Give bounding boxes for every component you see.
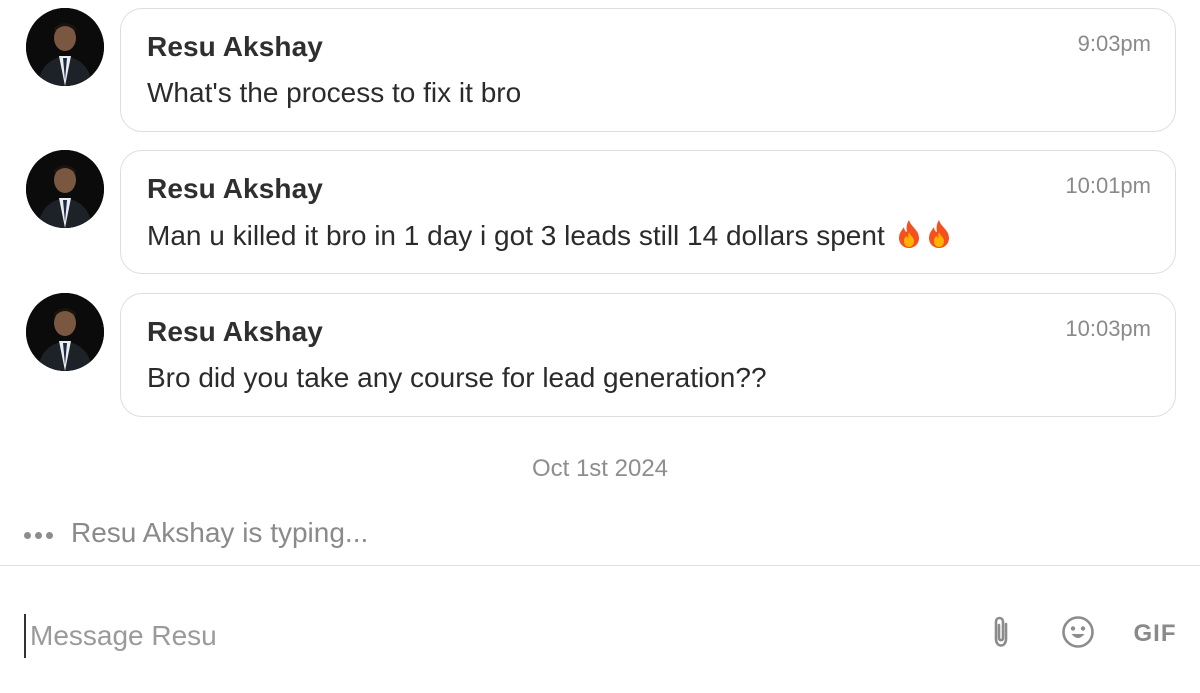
chat-history: Resu Akshay 9:03pm What's the process to… [0, 0, 1200, 565]
message-timestamp: 9:03pm [1077, 31, 1151, 56]
message-timestamp: 10:01pm [1065, 173, 1151, 198]
message-composer: GIF [0, 565, 1200, 693]
smiley-icon [1061, 615, 1095, 654]
typing-text: Resu Akshay is typing... [71, 517, 369, 548]
fire-icon [895, 219, 923, 249]
fire-icon [925, 219, 953, 249]
message-text: Man u killed it bro in 1 day i got 3 lea… [147, 219, 953, 252]
message-text-content: What's the process to fix it bro [147, 77, 522, 108]
message-bubble[interactable]: Resu Akshay 10:03pm Bro did you take any… [120, 293, 1176, 417]
message-item: Resu Akshay 9:03pm What's the process to… [0, 8, 1200, 134]
message-bubble[interactable]: Resu Akshay 10:01pm Man u killed it bro … [120, 150, 1176, 274]
avatar[interactable] [26, 293, 104, 371]
message-text: What's the process to fix it bro [147, 77, 521, 109]
message-text-content: Man u killed it bro in 1 day i got 3 lea… [147, 220, 885, 251]
message-item: Resu Akshay 10:01pm Man u killed it bro … [0, 150, 1200, 276]
message-text: Bro did you take any course for lead gen… [147, 362, 767, 394]
message-text-content: Bro did you take any course for lead gen… [147, 362, 767, 393]
avatar[interactable] [26, 150, 104, 228]
paperclip-icon [990, 615, 1012, 654]
avatar[interactable] [26, 8, 104, 86]
message-input[interactable] [24, 614, 930, 658]
emoji-button[interactable] [1060, 615, 1096, 654]
sender-name[interactable]: Resu Akshay [147, 316, 323, 348]
attach-button[interactable] [986, 616, 1016, 652]
typing-dots-icon [24, 531, 53, 539]
gif-button[interactable]: GIF [1128, 616, 1182, 652]
typing-indicator: Resu Akshay is typing... [24, 515, 368, 551]
sender-name[interactable]: Resu Akshay [147, 31, 323, 63]
message-item: Resu Akshay 10:03pm Bro did you take any… [0, 293, 1200, 419]
message-bubble[interactable]: Resu Akshay 9:03pm What's the process to… [120, 8, 1176, 132]
date-separator: Oct 1st 2024 [531, 455, 669, 482]
message-timestamp: 10:03pm [1065, 316, 1151, 341]
sender-name[interactable]: Resu Akshay [147, 173, 323, 205]
